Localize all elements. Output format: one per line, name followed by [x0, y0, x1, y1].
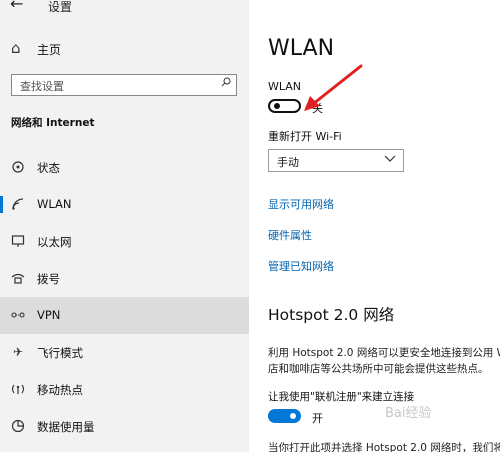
search-input[interactable]: 查找设置	[11, 74, 237, 96]
sidebar-item-hotspot[interactable]: 移动热点	[0, 371, 249, 408]
status-icon	[11, 160, 25, 174]
page-title: WLAN	[268, 36, 335, 61]
ethernet-icon	[11, 234, 25, 248]
wlan-toggle-state: 关	[312, 102, 323, 115]
sidebar-item-airplane[interactable]: ✈ 飞行模式	[0, 334, 249, 371]
sidebar-item-home[interactable]: ⌂ 主页	[0, 36, 249, 62]
hotspot-description-line: 利用 Hotspot 2.0 网络可以更安全地连接到公用 W	[268, 347, 500, 359]
hotspot-icon	[11, 382, 25, 396]
sidebar-item-label: 数据使用量	[37, 420, 95, 434]
watermark-text: Bai经验	[385, 406, 432, 421]
sidebar-item-label: 飞行模式	[37, 346, 83, 360]
sidebar-item-vpn[interactable]: VPN	[0, 297, 249, 334]
dropdown-value: 手动	[277, 156, 299, 169]
sidebar-item-label: VPN	[37, 308, 61, 322]
link-manage-known-networks[interactable]: 管理已知网络	[268, 258, 334, 274]
sidebar-item-label: WLAN	[37, 197, 72, 211]
active-indicator	[0, 196, 3, 213]
vpn-icon	[11, 308, 25, 322]
hotspot-section-title: Hotspot 2.0 网络	[268, 306, 395, 324]
link-show-available-networks[interactable]: 显示可用网络	[268, 196, 334, 212]
wlan-toggle[interactable]	[268, 99, 301, 113]
sidebar-item-label: 状态	[37, 161, 60, 175]
back-arrow-icon[interactable]: ←	[10, 0, 23, 13]
sidebar-item-status[interactable]: 状态	[0, 149, 249, 186]
wlan-toggle-label: WLAN	[268, 80, 302, 93]
search-icon	[221, 77, 231, 87]
chevron-down-icon	[384, 155, 396, 162]
reconnect-dropdown[interactable]: 手动	[268, 149, 404, 172]
data-usage-icon	[11, 419, 25, 433]
sidebar-item-wlan[interactable]: WLAN	[0, 186, 249, 223]
hotspot-bottom-text: 当你打开此项并选择 Hotspot 2.0 网络时，我们将	[268, 442, 500, 452]
sidebar-item-dialup[interactable]: 拨号	[0, 260, 249, 297]
hotspot-description: 利用 Hotspot 2.0 网络可以更安全地连接到公用 W 店和咖啡店等公共场…	[268, 345, 500, 377]
hotspot-description-line: 店和咖啡店等公共场所中可能会提供这些热点。	[268, 363, 489, 375]
window-title: 设置	[48, 0, 73, 14]
toggle-knob	[274, 103, 280, 109]
signup-toggle[interactable]	[268, 409, 301, 423]
sidebar-item-label: 以太网	[37, 235, 72, 249]
sidebar-item-data-usage[interactable]: 数据使用量	[0, 408, 249, 445]
sidebar: ← 设置 ⌂ 主页 查找设置 网络和 Internet 状态 WLAN 以太网	[0, 0, 249, 452]
signup-toggle-state: 开	[312, 412, 323, 425]
main-panel: WLAN WLAN 关 重新打开 Wi-Fi 手动 显示可用网络 硬件属性 管理…	[249, 0, 500, 452]
home-label: 主页	[37, 43, 62, 57]
reconnect-label: 重新打开 Wi-Fi	[268, 130, 342, 143]
watermark-logo: Bai经验	[385, 402, 432, 421]
wifi-icon	[11, 197, 25, 211]
dialup-icon	[11, 271, 25, 285]
toggle-knob	[290, 413, 296, 419]
section-title: 网络和 Internet	[11, 117, 95, 129]
link-hardware-properties[interactable]: 硬件属性	[268, 227, 312, 243]
search-placeholder: 查找设置	[20, 80, 64, 93]
sidebar-item-label: 拨号	[37, 272, 60, 286]
airplane-icon: ✈	[12, 345, 24, 359]
sidebar-item-ethernet[interactable]: 以太网	[0, 223, 249, 260]
home-icon: ⌂	[11, 39, 21, 57]
sidebar-item-label: 移动热点	[37, 383, 83, 397]
